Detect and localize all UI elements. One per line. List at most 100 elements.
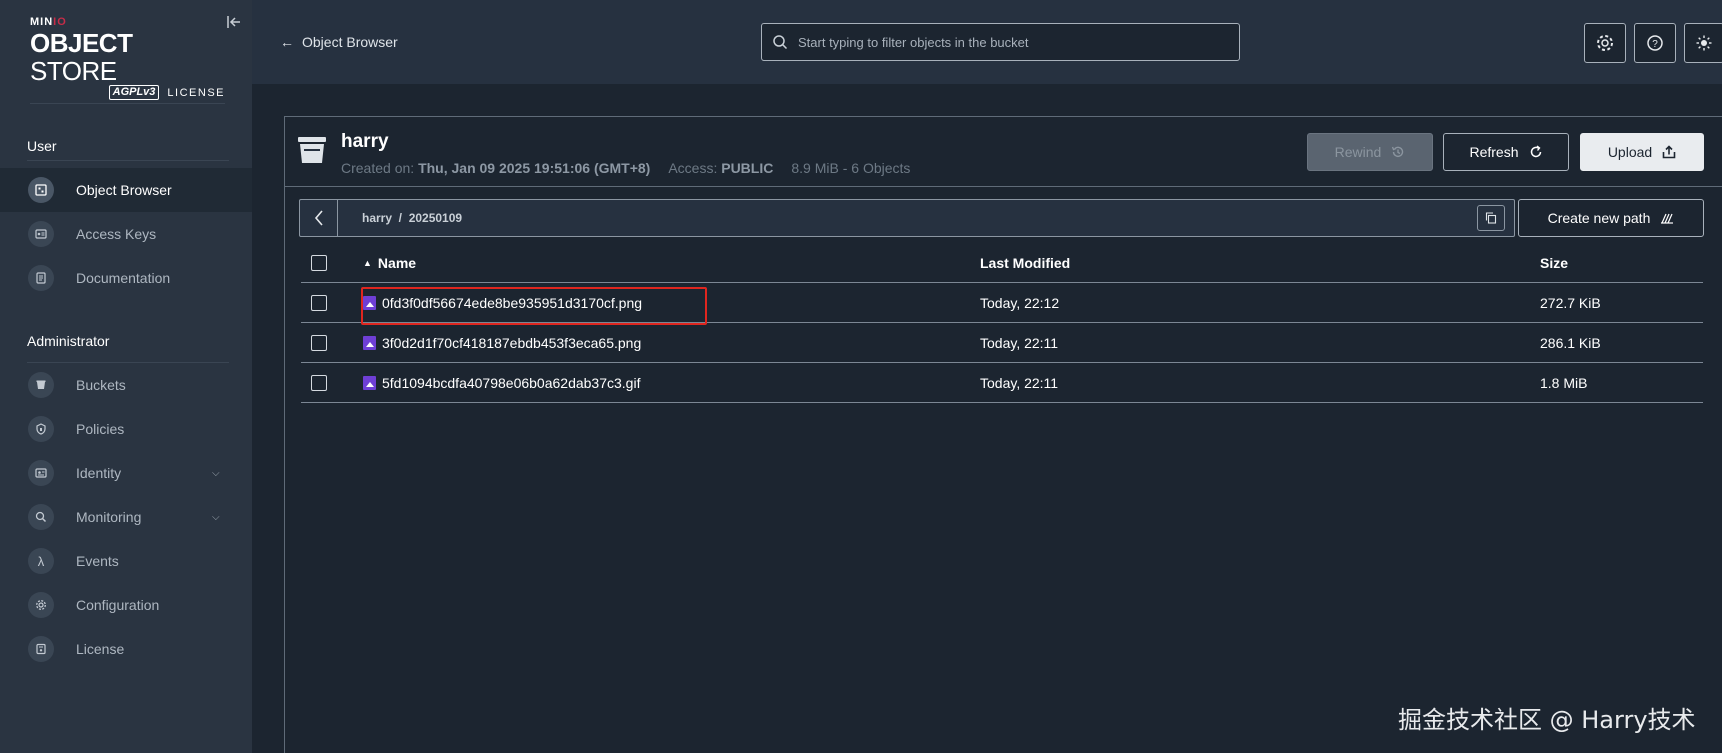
new-path-icon	[1661, 213, 1674, 224]
row-checkbox[interactable]	[311, 294, 327, 311]
lambda-icon: λ	[28, 548, 54, 574]
sidebar-item-object-browser[interactable]: Object Browser	[0, 168, 252, 212]
chevron-down-icon[interactable]: ⌵	[212, 512, 220, 523]
arrow-left-icon: ←	[280, 34, 294, 50]
sidebar-item-label: Events	[76, 553, 119, 569]
configuration-icon	[28, 592, 54, 618]
documentation-icon	[28, 265, 54, 291]
sidebar-item-documentation[interactable]: Documentation	[0, 256, 252, 300]
column-header-name[interactable]: ▲ Name	[363, 255, 416, 271]
chevron-left-icon	[314, 210, 323, 226]
row-checkbox[interactable]	[311, 374, 327, 391]
file-size: 1.8 MiB	[1540, 374, 1588, 391]
sidebar-item-events[interactable]: λ Events	[0, 539, 252, 583]
sidebar-item-label: Policies	[76, 421, 125, 437]
object-browser-icon	[28, 177, 54, 203]
sidebar-item-label: Object Browser	[76, 182, 172, 198]
svg-text:?: ?	[1652, 39, 1658, 50]
refresh-label: Refresh	[1469, 144, 1519, 160]
sidebar-item-label: Monitoring	[76, 509, 142, 525]
column-header-last-modified[interactable]: Last Modified	[980, 255, 1070, 271]
sidebar-item-buckets[interactable]: Buckets	[0, 363, 252, 407]
select-all-checkbox[interactable]	[311, 254, 327, 271]
file-name[interactable]: 3f0d2d1f70cf418187ebdb453f3eca65.png	[363, 335, 641, 351]
breadcrumb[interactable]: harry / 20250109	[362, 211, 462, 225]
sidebar-item-label: Buckets	[76, 377, 126, 393]
sidebar-item-label: Configuration	[76, 597, 160, 613]
agpl-badge: AGPLv3	[108, 85, 160, 100]
back-link-label: Object Browser	[302, 34, 398, 50]
chevron-down-icon[interactable]: ⌵	[212, 468, 220, 479]
rewind-label: Rewind	[1334, 144, 1382, 160]
bucket-name: harry	[341, 131, 389, 152]
settings-button[interactable]	[1584, 23, 1626, 63]
refresh-button[interactable]: Refresh	[1443, 133, 1569, 171]
copy-icon	[1485, 212, 1497, 224]
image-file-icon	[363, 375, 376, 390]
bucket-header: harry Created on: Thu, Jan 09 2025 19:51…	[285, 117, 1722, 187]
path-back-button[interactable]	[300, 200, 338, 236]
sidebar-item-label: License	[76, 641, 125, 657]
section-title-user: User	[27, 138, 57, 154]
monitoring-icon	[28, 504, 54, 530]
bucket-icon	[298, 137, 326, 163]
logo-license-text: LICENSE	[167, 86, 225, 99]
upload-icon	[1662, 145, 1676, 159]
bucket-panel: harry Created on: Thu, Jan 09 2025 19:51…	[284, 116, 1722, 753]
created-info: Created on: Thu, Jan 09 2025 19:51:06 (G…	[341, 160, 651, 176]
collapse-sidebar-icon[interactable]	[226, 14, 242, 30]
logo-divider	[30, 103, 225, 104]
logo-minio-text: MINIO	[30, 16, 67, 28]
access-keys-icon	[28, 221, 54, 247]
search-input[interactable]	[798, 34, 1239, 50]
logo-product-name: OBJECT STORE	[30, 28, 133, 86]
help-button[interactable]: ?	[1634, 23, 1676, 63]
policies-icon	[28, 416, 54, 442]
sidebar-item-access-keys[interactable]: Access Keys	[0, 212, 252, 256]
theme-toggle-button[interactable]	[1684, 23, 1722, 63]
gear-icon	[1597, 35, 1613, 51]
logo-license-line: AGPLv3 LICENSE	[30, 85, 225, 100]
sidebar-item-configuration[interactable]: Configuration	[0, 583, 252, 627]
create-new-path-button[interactable]: Create new path	[1518, 199, 1704, 237]
sidebar: MINIO OBJECT STORE AGPLv3 LICENSE User O…	[0, 0, 252, 753]
last-modified: Today, 22:11	[980, 374, 1059, 391]
back-to-object-browser-link[interactable]: ← Object Browser	[280, 34, 398, 50]
access-info: Access: PUBLIC	[668, 160, 774, 176]
license-icon	[28, 636, 54, 662]
file-name[interactable]: 5fd1094bcdfa40798e06b0a62dab37c3.gif	[363, 375, 640, 391]
upload-button[interactable]: Upload	[1580, 133, 1704, 171]
create-new-path-label: Create new path	[1547, 210, 1651, 226]
buckets-icon	[28, 372, 54, 398]
bucket-meta: Created on: Thu, Jan 09 2025 19:51:06 (G…	[341, 160, 910, 176]
sidebar-item-label: Identity	[76, 465, 122, 481]
column-header-size[interactable]: Size	[1540, 255, 1568, 271]
refresh-icon	[1530, 145, 1541, 158]
search-icon	[773, 35, 788, 50]
rewind-button[interactable]: Rewind	[1307, 133, 1433, 171]
file-size: 272.7 KiB	[1540, 294, 1601, 311]
table-header-row: ▲ Name Last Modified Size	[301, 243, 1703, 283]
sort-ascending-icon: ▲	[363, 257, 372, 268]
minio-logo[interactable]: MINIO OBJECT STORE AGPLv3 LICENSE	[30, 16, 225, 100]
row-checkbox[interactable]	[311, 334, 327, 351]
table-row[interactable]: 3f0d2d1f70cf418187ebdb453f3eca65.png Tod…	[301, 323, 1703, 363]
breadcrumb-path-bar: harry / 20250109	[299, 199, 1515, 237]
file-size: 286.1 KiB	[1540, 334, 1601, 351]
sidebar-item-monitoring[interactable]: Monitoring ⌵	[0, 495, 252, 539]
sidebar-item-license[interactable]: License	[0, 627, 252, 671]
last-modified: Today, 22:11	[980, 334, 1059, 351]
history-icon	[1392, 146, 1404, 158]
copy-path-button[interactable]	[1477, 205, 1505, 231]
identity-icon	[28, 460, 54, 486]
sidebar-item-label: Access Keys	[76, 226, 157, 242]
table-row[interactable]: 5fd1094bcdfa40798e06b0a62dab37c3.gif Tod…	[301, 363, 1703, 403]
highlight-box	[361, 287, 707, 325]
sidebar-item-identity[interactable]: Identity ⌵	[0, 451, 252, 495]
search-box[interactable]	[761, 23, 1240, 61]
sidebar-item-policies[interactable]: Policies	[0, 407, 252, 451]
image-file-icon	[363, 335, 376, 350]
last-modified: Today, 22:12	[980, 294, 1060, 311]
help-icon: ?	[1647, 35, 1663, 51]
bucket-summary: 8.9 MiB - 6 Objects	[791, 160, 911, 176]
